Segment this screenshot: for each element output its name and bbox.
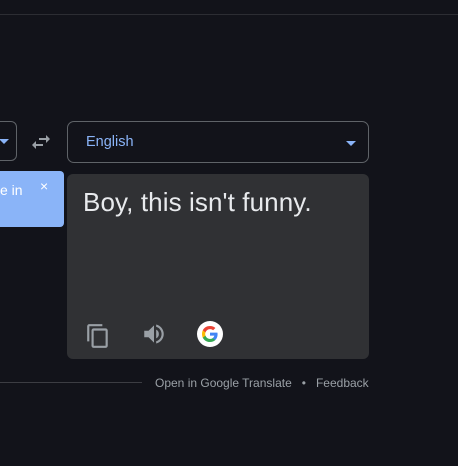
footer-links: Open in Google Translate • Feedback: [155, 376, 369, 390]
source-text: e in: [0, 182, 23, 198]
google-button[interactable]: [197, 321, 223, 347]
target-language-label: English: [86, 134, 134, 150]
source-language-select[interactable]: [0, 121, 17, 161]
swap-languages-button[interactable]: [29, 130, 53, 154]
source-text-box[interactable]: e in ×: [0, 171, 64, 227]
google-icon: [202, 326, 218, 342]
copy-icon: [87, 324, 108, 348]
speaker-icon: [144, 324, 164, 344]
bottom-divider: [0, 382, 142, 383]
chevron-down-icon: [346, 141, 356, 146]
close-icon[interactable]: ×: [40, 179, 48, 193]
copy-button[interactable]: [85, 323, 111, 349]
translation-result-card: Boy, this isn't funny.: [67, 174, 369, 359]
feedback-link[interactable]: Feedback: [316, 376, 369, 390]
listen-button[interactable]: [141, 321, 167, 347]
target-language-select[interactable]: English: [67, 121, 369, 163]
top-divider: [0, 14, 458, 15]
open-in-google-translate-link[interactable]: Open in Google Translate: [155, 376, 292, 390]
swap-icon: [32, 135, 50, 149]
chevron-down-icon: [0, 139, 9, 144]
footer-separator: •: [301, 376, 306, 390]
translation-text: Boy, this isn't funny.: [83, 187, 312, 217]
translate-panel: English e in × Boy, this isn't funny. Op…: [0, 0, 458, 466]
